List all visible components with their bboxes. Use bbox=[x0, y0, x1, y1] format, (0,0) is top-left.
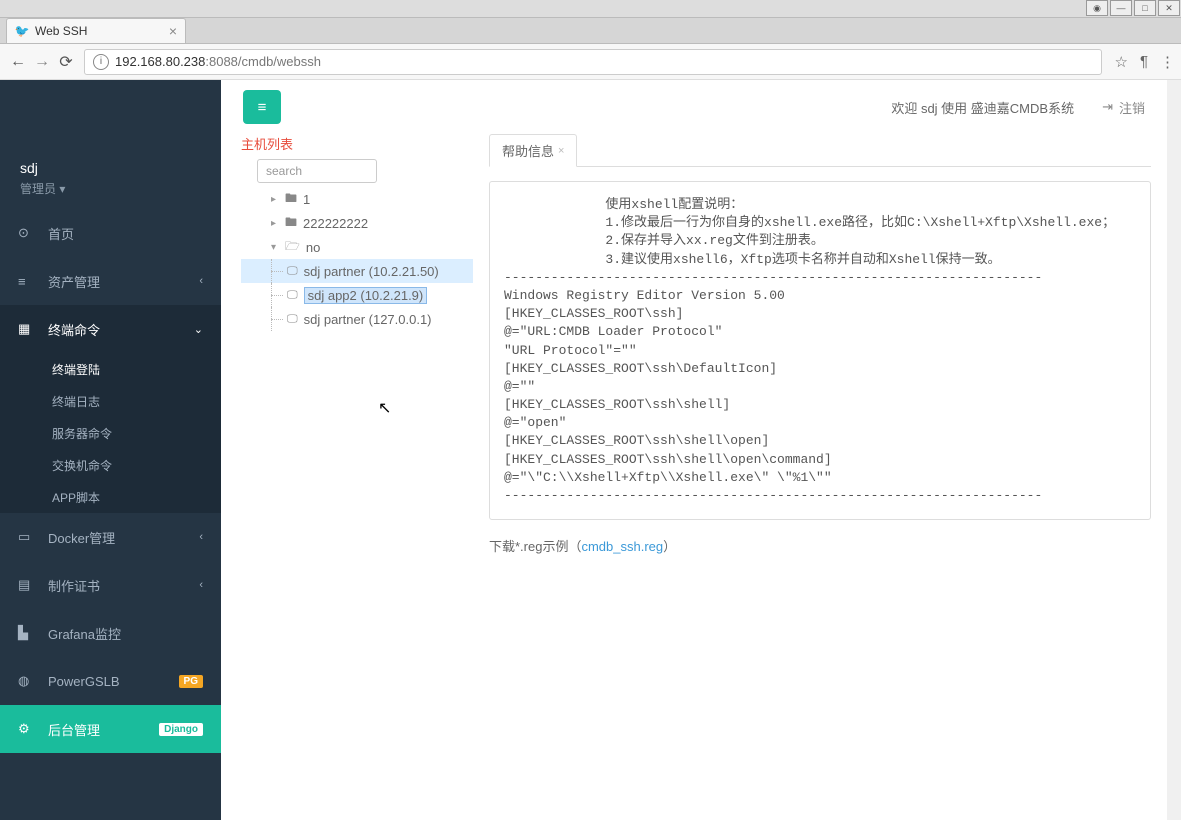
sidebar-item-docker[interactable]: ▭Docker管理‹ bbox=[0, 513, 221, 561]
tree-host[interactable]: 🖵sdj partner (10.2.21.50) bbox=[241, 259, 473, 283]
expand-icon[interactable]: ▾ bbox=[271, 242, 285, 253]
panel-tabs: 帮助信息× bbox=[489, 134, 1151, 167]
address-bar: ← → ⟳ i 192.168.80.238:8088/cmdb/webssh … bbox=[0, 44, 1181, 80]
content: ≡ 欢迎 sdj 使用 盛迪嘉CMDB系统 ⇥注销 主机列表 search ▸🖿… bbox=[221, 80, 1181, 820]
download-line: 下载*.reg示例（cmdb_ssh.reg） bbox=[489, 536, 1151, 555]
sidebar-sub-app[interactable]: APP脚本 bbox=[0, 481, 221, 513]
url-input[interactable]: i 192.168.80.238:8088/cmdb/webssh bbox=[84, 49, 1102, 75]
user-window-icon[interactable]: ◉ bbox=[1086, 0, 1108, 16]
logout-button[interactable]: ⇥注销 bbox=[1102, 98, 1145, 117]
favicon-icon: 🐦 bbox=[15, 24, 29, 38]
collapse-icon[interactable]: ▸ bbox=[271, 194, 285, 205]
tab-help[interactable]: 帮助信息× bbox=[489, 134, 577, 167]
calendar-icon: ▦ bbox=[18, 321, 38, 337]
clipboard-icon: ▤ bbox=[18, 577, 38, 593]
host-list-title: 主机列表 bbox=[241, 134, 473, 153]
sidebar-sub-switch[interactable]: 交换机命令 bbox=[0, 449, 221, 481]
back-button[interactable]: ← bbox=[6, 50, 30, 74]
url-path: :8088/cmdb/webssh bbox=[205, 54, 321, 69]
monitor-icon: 🖵 bbox=[287, 289, 298, 302]
close-window-icon[interactable]: ✕ bbox=[1158, 0, 1180, 16]
window-controls: ◉ — □ ✕ bbox=[0, 0, 1181, 18]
close-tab-icon[interactable]: × bbox=[169, 23, 177, 39]
url-host: 192.168.80.238 bbox=[115, 54, 205, 69]
browser-menu-icon[interactable]: ⋮ bbox=[1160, 53, 1175, 71]
django-badge: Django bbox=[159, 723, 203, 736]
help-box: 使用xshell配置说明： 1.修改最后一行为你自身的xshell.exe路径，… bbox=[489, 181, 1151, 520]
monitor-icon: 🖵 bbox=[287, 313, 298, 326]
help-text: 使用xshell配置说明： 1.修改最后一行为你自身的xshell.exe路径，… bbox=[504, 196, 1136, 505]
host-list: 主机列表 search ▸🖿1 ▸🖿222222222 ▾🗁no 🖵sdj pa… bbox=[241, 134, 473, 820]
collapse-icon[interactable]: ▸ bbox=[271, 218, 285, 229]
tree-host[interactable]: 🖵sdj app2 (10.2.21.9) bbox=[241, 283, 473, 307]
monitor-icon: 🖵 bbox=[287, 265, 298, 278]
reload-button[interactable]: ⟳ bbox=[54, 50, 78, 74]
minimize-icon[interactable]: — bbox=[1110, 0, 1132, 16]
folder-icon: 🖿 bbox=[285, 189, 297, 210]
user-name: sdj bbox=[20, 160, 201, 176]
user-block: sdj 管理员 ▾ bbox=[0, 160, 221, 209]
tree-node[interactable]: ▸🖿222222222 bbox=[241, 211, 473, 235]
chevron-left-icon: ‹ bbox=[199, 275, 203, 287]
maximize-icon[interactable]: □ bbox=[1134, 0, 1156, 16]
logout-icon: ⇥ bbox=[1102, 99, 1113, 115]
right-panel: 帮助信息× 使用xshell配置说明： 1.修改最后一行为你自身的xshell.… bbox=[473, 134, 1167, 820]
sidebar-item-backend[interactable]: ⚙后台管理Django bbox=[0, 705, 221, 753]
browser-tab[interactable]: 🐦 Web SSH × bbox=[6, 18, 186, 43]
dashboard-icon: ⊙ bbox=[18, 225, 38, 241]
tree-node[interactable]: ▾🗁no bbox=[241, 235, 473, 259]
search-input[interactable]: search bbox=[257, 159, 377, 183]
chart-icon: ▙ bbox=[18, 625, 38, 641]
close-tab-icon[interactable]: × bbox=[558, 145, 564, 157]
browser-tab-bar: 🐦 Web SSH × bbox=[0, 18, 1181, 44]
sidebar-item-home[interactable]: ⊙首页 bbox=[0, 209, 221, 257]
tab-title: Web SSH bbox=[35, 24, 87, 38]
download-link[interactable]: cmdb_ssh.reg bbox=[581, 539, 663, 554]
site-info-icon[interactable]: i bbox=[93, 54, 109, 70]
tree-node[interactable]: ▸🖿1 bbox=[241, 187, 473, 211]
list-icon: ≡ bbox=[18, 274, 38, 289]
sidebar-sub-login[interactable]: 终端登陆 bbox=[0, 353, 221, 385]
host-tree: ▸🖿1 ▸🖿222222222 ▾🗁no 🖵sdj partner (10.2.… bbox=[241, 187, 473, 331]
folder-icon: 🖿 bbox=[285, 213, 297, 234]
globe-icon: ◍ bbox=[18, 673, 38, 689]
folder-open-icon: 🗁 bbox=[285, 237, 300, 258]
welcome-text: 欢迎 sdj 使用 盛迪嘉CMDB系统 bbox=[891, 98, 1074, 117]
bookmark-icon[interactable]: ☆ bbox=[1114, 53, 1127, 71]
forward-button[interactable]: → bbox=[30, 50, 54, 74]
user-role[interactable]: 管理员 ▾ bbox=[20, 180, 201, 197]
sidebar-item-cert[interactable]: ▤制作证书‹ bbox=[0, 561, 221, 609]
sidebar-sub-log[interactable]: 终端日志 bbox=[0, 385, 221, 417]
menu-toggle-button[interactable]: ≡ bbox=[243, 90, 281, 124]
server-icon: ▭ bbox=[18, 529, 38, 545]
chevron-left-icon: ‹ bbox=[199, 531, 203, 543]
chevron-down-icon: ⌄ bbox=[194, 323, 203, 336]
sidebar-submenu-terminal: 终端登陆 终端日志 服务器命令 交换机命令 APP脚本 bbox=[0, 353, 221, 513]
sidebar-item-terminal[interactable]: ▦终端命令⌄ bbox=[0, 305, 221, 353]
sidebar-item-powergslb[interactable]: ◍PowerGSLBPG bbox=[0, 657, 221, 705]
gear-icon: ⚙ bbox=[18, 721, 38, 737]
chevron-left-icon: ‹ bbox=[199, 579, 203, 591]
pg-badge: PG bbox=[179, 675, 203, 688]
sidebar-sub-server[interactable]: 服务器命令 bbox=[0, 417, 221, 449]
app: ↖ sdj 管理员 ▾ ⊙首页 ≡资产管理‹ ▦终端命令⌄ 终端登陆 终端日志 … bbox=[0, 80, 1181, 820]
paragraph-icon[interactable]: ¶ bbox=[1140, 53, 1148, 70]
topbar: ≡ 欢迎 sdj 使用 盛迪嘉CMDB系统 ⇥注销 bbox=[221, 80, 1167, 134]
tree-host[interactable]: 🖵sdj partner (127.0.0.1) bbox=[241, 307, 473, 331]
sidebar-item-asset[interactable]: ≡资产管理‹ bbox=[0, 257, 221, 305]
sidebar: sdj 管理员 ▾ ⊙首页 ≡资产管理‹ ▦终端命令⌄ 终端登陆 终端日志 服务… bbox=[0, 80, 221, 820]
sidebar-item-grafana[interactable]: ▙Grafana监控 bbox=[0, 609, 221, 657]
hamburger-icon: ≡ bbox=[258, 99, 267, 116]
